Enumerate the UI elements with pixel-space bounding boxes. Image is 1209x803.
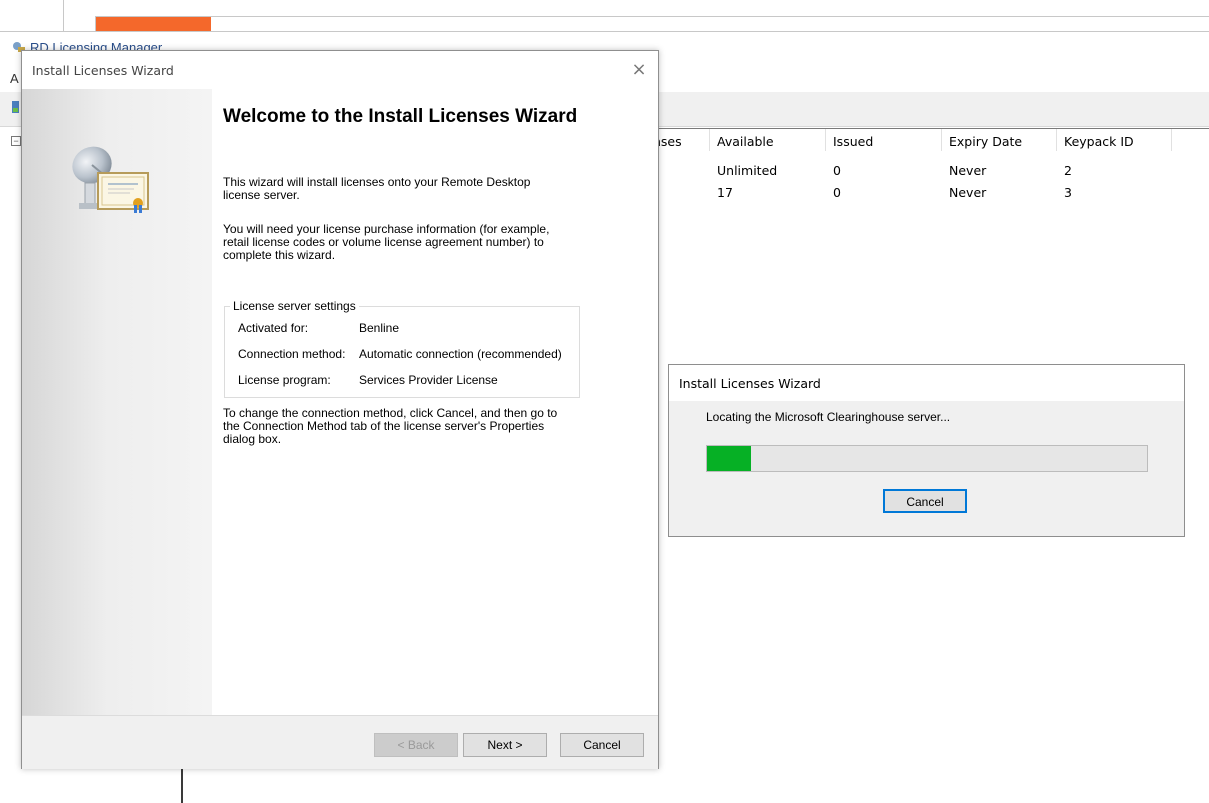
cancel-button[interactable]: Cancel bbox=[560, 733, 644, 757]
cell-expiry: Never bbox=[949, 185, 987, 200]
background-menu-action[interactable]: A bbox=[10, 71, 19, 86]
connection-method-value: Automatic connection (recommended) bbox=[359, 347, 562, 361]
cell-issued: 0 bbox=[833, 185, 841, 200]
settings-group-legend: License server settings bbox=[230, 300, 359, 313]
connection-method-label: Connection method: bbox=[238, 347, 346, 361]
column-header-issued[interactable]: Issued bbox=[833, 134, 873, 149]
wizard-info-text: You will need your license purchase info… bbox=[223, 222, 550, 262]
toolbar-icon[interactable] bbox=[11, 100, 20, 114]
wizard-footer: < Back Next > Cancel bbox=[22, 715, 658, 769]
cell-issued: 0 bbox=[833, 163, 841, 178]
wizard-heading: Welcome to the Install Licenses Wizard bbox=[223, 106, 578, 127]
table-header-divider bbox=[640, 128, 1209, 129]
cell-keypack: 3 bbox=[1064, 185, 1072, 200]
cell-available: 17 bbox=[717, 185, 733, 200]
column-header-keypack-id[interactable]: Keypack ID bbox=[1064, 134, 1134, 149]
cell-available: Unlimited bbox=[717, 163, 778, 178]
tree-collapse-icon[interactable]: − bbox=[11, 136, 21, 146]
next-button[interactable]: Next > bbox=[463, 733, 547, 757]
back-button[interactable]: < Back bbox=[374, 733, 458, 757]
column-header-available[interactable]: Available bbox=[717, 134, 774, 149]
progress-dialog: Install Licenses Wizard Locating the Mic… bbox=[668, 364, 1185, 537]
wizard-side-banner bbox=[22, 89, 212, 715]
close-icon[interactable]: × bbox=[628, 59, 650, 81]
license-server-certificate-icon bbox=[72, 146, 149, 213]
progress-bar bbox=[706, 445, 1148, 472]
column-header-expiry-date[interactable]: Expiry Date bbox=[949, 134, 1022, 149]
cell-expiry: Never bbox=[949, 163, 987, 178]
progress-dialog-titlebar[interactable]: Install Licenses Wizard bbox=[669, 365, 1184, 401]
license-server-settings-group: License server settings Activated for: B… bbox=[224, 300, 580, 398]
activated-for-label: Activated for: bbox=[238, 321, 309, 335]
progress-cancel-button[interactable]: Cancel bbox=[883, 489, 967, 513]
background-progress-fill bbox=[96, 17, 211, 31]
background-top-strip bbox=[0, 0, 1209, 32]
progress-dialog-title: Install Licenses Wizard bbox=[679, 376, 821, 391]
activated-for-value: Benline bbox=[359, 321, 400, 335]
background-progress-bar bbox=[95, 16, 1209, 32]
wizard-change-note: To change the connection method, click C… bbox=[223, 406, 558, 446]
wizard-intro-text: This wizard will install licenses onto y… bbox=[223, 175, 531, 202]
wizard-window-title: Install Licenses Wizard bbox=[32, 63, 174, 78]
license-program-value: Services Provider License bbox=[359, 373, 498, 387]
install-licenses-wizard: Install Licenses Wizard × Welcome to the… bbox=[21, 50, 659, 769]
progress-message: Locating the Microsoft Clearinghouse ser… bbox=[706, 410, 951, 424]
cell-keypack: 2 bbox=[1064, 163, 1072, 178]
wizard-titlebar[interactable]: Install Licenses Wizard × bbox=[22, 51, 658, 89]
wizard-content: Welcome to the Install Licenses Wizard T… bbox=[212, 89, 658, 715]
license-program-label: License program: bbox=[238, 373, 331, 387]
progress-bar-fill bbox=[707, 446, 751, 471]
